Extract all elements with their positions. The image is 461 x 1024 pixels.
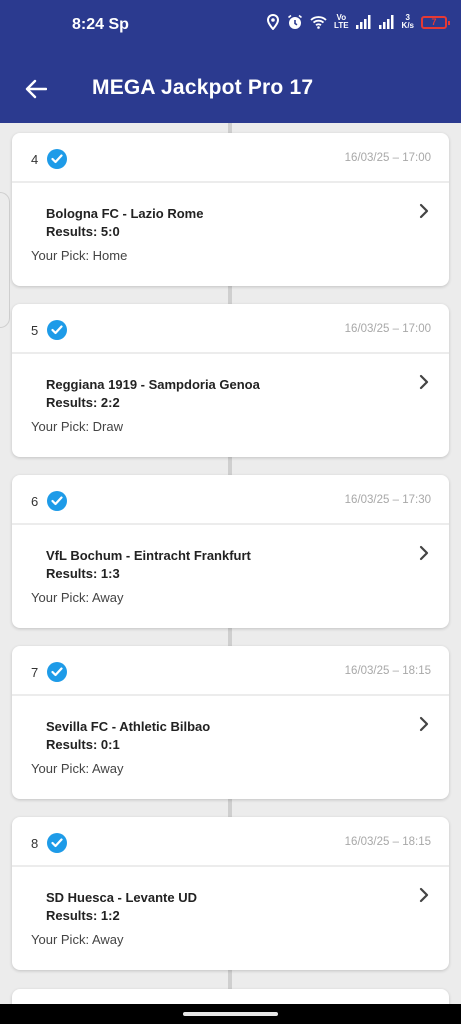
back-button[interactable] (22, 75, 50, 103)
check-circle-icon (47, 491, 67, 511)
chevron-right-icon[interactable] (415, 715, 433, 733)
pick-card[interactable]: 7 16/03/25 – 18:15 Sevilla FC - Athletic… (12, 646, 449, 799)
signal-icon (355, 15, 371, 29)
pick-card-header: 6 16/03/25 – 17:30 (12, 475, 449, 525)
battery-icon: 7 (421, 15, 450, 29)
app-bar: MEGA Jackpot Pro 17 (0, 55, 461, 123)
pick-number: 4 (31, 152, 39, 167)
status-time: 8:24 Sp (72, 16, 129, 34)
check-circle-icon (47, 320, 67, 340)
check-circle-icon (47, 833, 67, 853)
check-circle-icon (47, 662, 67, 682)
chevron-right-icon[interactable] (415, 202, 433, 220)
user-pick: Your Pick: Away (31, 590, 124, 605)
battery-level: 7 (431, 17, 437, 27)
match-result: Results: 0:1 (46, 737, 120, 752)
pick-card[interactable]: 8 16/03/25 – 18:15 SD Huesca - Levante U… (12, 817, 449, 970)
pick-card[interactable]: 5 16/03/25 – 17:00 Reggiana 1919 - Sampd… (12, 304, 449, 457)
network-speed: 3 K/s (402, 14, 414, 30)
match-result: Results: 2:2 (46, 395, 120, 410)
match-teams: Reggiana 1919 - Sampdoria Genoa (46, 377, 260, 392)
pick-number: 8 (31, 836, 39, 851)
volte-label: Vo LTE (334, 14, 349, 30)
match-teams: Sevilla FC - Athletic Bilbao (46, 719, 211, 734)
match-teams: Bologna FC - Lazio Rome (46, 206, 204, 221)
user-pick: Your Pick: Home (31, 248, 128, 263)
match-teams: SD Huesca - Levante UD (46, 890, 197, 905)
signal-icon-2 (378, 15, 394, 29)
clock-text: 8:24 (72, 16, 105, 33)
volte-bottom: LTE (334, 21, 349, 30)
wifi-icon (310, 16, 327, 29)
speed-unit: K/s (401, 21, 414, 30)
arrow-left-icon (25, 79, 47, 99)
pick-card-header: 7 16/03/25 – 18:15 (12, 646, 449, 696)
match-teams: VfL Bochum - Eintracht Frankfurt (46, 548, 251, 563)
match-datetime: 16/03/25 – 18:15 (344, 665, 431, 677)
user-pick: Your Pick: Away (31, 761, 124, 776)
page-title: MEGA Jackpot Pro 17 (92, 76, 314, 99)
carrier-badge: Sp (108, 16, 129, 33)
match-result: Results: 1:3 (46, 566, 120, 581)
chevron-right-icon[interactable] (415, 886, 433, 904)
location-icon (267, 14, 280, 30)
match-datetime: 16/03/25 – 17:00 (344, 323, 431, 335)
home-gesture-handle[interactable] (183, 1012, 278, 1016)
pick-card[interactable]: 4 16/03/25 – 17:00 Bologna FC - Lazio Ro… (12, 133, 449, 286)
pick-number: 7 (31, 665, 39, 680)
match-result: Results: 5:0 (46, 224, 120, 239)
match-datetime: 16/03/25 – 17:30 (344, 494, 431, 506)
match-datetime: 16/03/25 – 17:00 (344, 152, 431, 164)
side-drawer-handle[interactable] (0, 192, 10, 328)
pick-card-header: 8 16/03/25 – 18:15 (12, 817, 449, 867)
alarm-icon (288, 14, 303, 29)
match-datetime: 16/03/25 – 18:15 (344, 836, 431, 848)
chevron-right-icon[interactable] (415, 544, 433, 562)
pick-number: 6 (31, 494, 39, 509)
system-nav-bar (0, 1004, 461, 1024)
picks-list: 4 16/03/25 – 17:00 Bologna FC - Lazio Ro… (12, 133, 449, 988)
user-pick: Your Pick: Away (31, 932, 124, 947)
pick-card-header: 4 16/03/25 – 17:00 (12, 133, 449, 183)
status-bar: 8:24 Sp Vo LTE 3 K/s 7 (0, 0, 461, 55)
user-pick: Your Pick: Draw (31, 419, 123, 434)
pick-card[interactable]: 6 16/03/25 – 17:30 VfL Bochum - Eintrach… (12, 475, 449, 628)
pick-number: 5 (31, 323, 39, 338)
match-result: Results: 1:2 (46, 908, 120, 923)
chevron-right-icon[interactable] (415, 373, 433, 391)
pick-card-header: 5 16/03/25 – 17:00 (12, 304, 449, 354)
status-icons: Vo LTE 3 K/s 7 (266, 14, 450, 30)
check-circle-icon (47, 149, 67, 169)
